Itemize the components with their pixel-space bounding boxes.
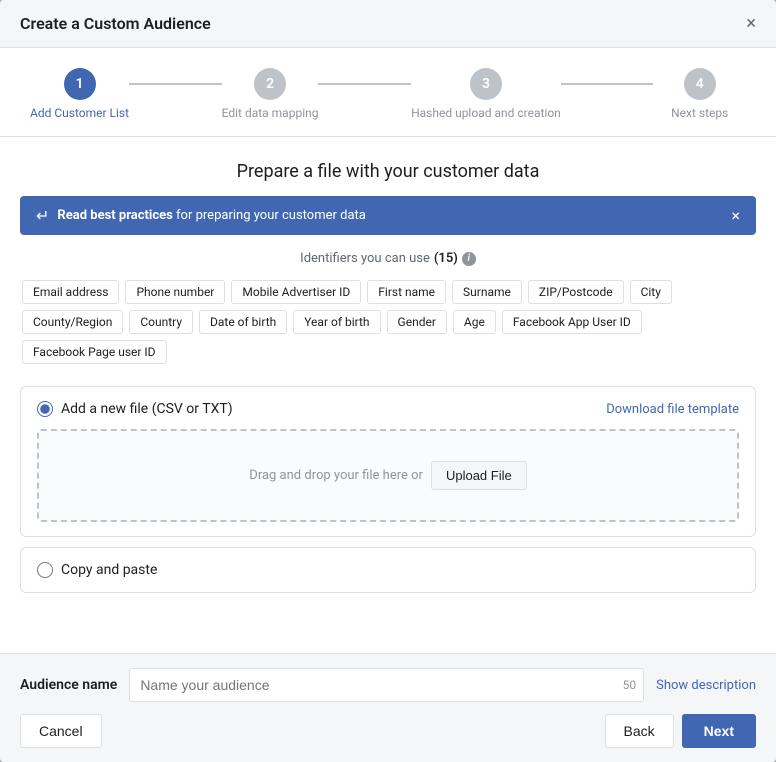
banner-left: ↵ Read best practices for preparing your… bbox=[36, 206, 366, 225]
step-1-label: Add Customer List bbox=[30, 106, 129, 120]
audience-name-input-wrapper: 50 bbox=[129, 668, 644, 702]
next-button[interactable]: Next bbox=[682, 714, 756, 748]
identifier-tag: Mobile Advertiser ID bbox=[231, 280, 361, 304]
identifier-tag: ZIP/Postcode bbox=[528, 280, 624, 304]
audience-name-label: Audience name bbox=[20, 677, 117, 693]
options-section: Add a new file (CSV or TXT) Download fil… bbox=[20, 386, 756, 593]
btn-group: Back Next bbox=[605, 714, 756, 748]
identifier-tag: Email address bbox=[22, 280, 119, 304]
download-template-link[interactable]: Download file template bbox=[606, 402, 739, 417]
banner-text: Read best practices for preparing your c… bbox=[57, 208, 365, 223]
step-1-circle: 1 bbox=[64, 68, 96, 100]
footer-buttons: Cancel Back Next bbox=[20, 714, 756, 748]
step-3-circle: 3 bbox=[470, 68, 502, 100]
step-4-circle: 4 bbox=[684, 68, 716, 100]
identifier-tag: Year of birth bbox=[293, 310, 380, 334]
modal-header: Create a Custom Audience × bbox=[0, 0, 776, 48]
step-2-circle: 2 bbox=[254, 68, 286, 100]
copy-paste-card: Copy and paste bbox=[20, 547, 756, 593]
step-4: 4 Next steps bbox=[653, 68, 746, 120]
cancel-button[interactable]: Cancel bbox=[20, 714, 102, 748]
banner-icon: ↵ bbox=[36, 206, 49, 225]
modal-body: Prepare a file with your customer data ↵… bbox=[0, 137, 776, 653]
banner-normal-text: for preparing your customer data bbox=[173, 208, 366, 223]
step-3: 3 Hashed upload and creation bbox=[411, 68, 561, 120]
modal: Create a Custom Audience × 1 Add Custome… bbox=[0, 0, 776, 762]
identifiers-label: Identifiers you can use (15) i bbox=[20, 251, 756, 266]
identifier-tag: First name bbox=[367, 280, 446, 304]
step-4-label: Next steps bbox=[671, 106, 728, 120]
step-3-label: Hashed upload and creation bbox=[411, 106, 561, 120]
show-description-link[interactable]: Show description bbox=[656, 678, 756, 693]
copy-paste-label: Copy and paste bbox=[61, 562, 157, 578]
add-file-radio[interactable] bbox=[37, 401, 53, 417]
add-file-label: Add a new file (CSV or TXT) bbox=[61, 401, 233, 417]
identifier-tag: Date of birth bbox=[199, 310, 287, 334]
back-button[interactable]: Back bbox=[605, 714, 674, 748]
identifier-tag: Country bbox=[129, 310, 193, 334]
identifier-tag: Surname bbox=[452, 280, 522, 304]
close-icon[interactable]: × bbox=[746, 15, 756, 33]
upload-file-button[interactable]: Upload File bbox=[431, 461, 527, 490]
connector-3-4 bbox=[561, 83, 654, 85]
stepper: 1 Add Customer List 2 Edit data mapping … bbox=[0, 48, 776, 137]
tags-container: Email addressPhone numberMobile Advertis… bbox=[20, 278, 756, 366]
identifiers-count: (15) bbox=[434, 251, 458, 266]
copy-paste-header: Copy and paste bbox=[37, 562, 739, 578]
add-file-header: Add a new file (CSV or TXT) Download fil… bbox=[37, 401, 739, 417]
audience-name-input[interactable] bbox=[129, 668, 644, 702]
modal-title: Create a Custom Audience bbox=[20, 14, 211, 33]
identifier-tag: Age bbox=[453, 310, 496, 334]
identifier-tag: City bbox=[630, 280, 672, 304]
dropzone-text: Drag and drop your file here or bbox=[249, 468, 423, 483]
identifier-tag: Facebook App User ID bbox=[502, 310, 642, 334]
identifier-tag: Facebook Page user ID bbox=[22, 340, 167, 364]
identifier-tag: Phone number bbox=[125, 280, 225, 304]
connector-1-2 bbox=[129, 83, 222, 85]
best-practices-banner: ↵ Read best practices for preparing your… bbox=[20, 196, 756, 235]
identifier-tag: County/Region bbox=[22, 310, 123, 334]
identifiers-text: Identifiers you can use bbox=[300, 251, 430, 266]
step-1: 1 Add Customer List bbox=[30, 68, 129, 120]
connector-2-3 bbox=[318, 83, 411, 85]
step-2: 2 Edit data mapping bbox=[222, 68, 319, 120]
add-file-card: Add a new file (CSV or TXT) Download fil… bbox=[20, 386, 756, 537]
step-2-label: Edit data mapping bbox=[222, 106, 319, 120]
section-title: Prepare a file with your customer data bbox=[20, 161, 756, 182]
modal-footer: Audience name 50 Show description Cancel… bbox=[0, 653, 776, 762]
identifier-tag: Gender bbox=[387, 310, 447, 334]
audience-name-row: Audience name 50 Show description bbox=[20, 668, 756, 702]
info-icon[interactable]: i bbox=[462, 252, 476, 266]
dropzone: Drag and drop your file here or Upload F… bbox=[37, 429, 739, 522]
banner-bold-text: Read best practices bbox=[57, 208, 172, 223]
char-count: 50 bbox=[623, 678, 637, 692]
copy-paste-radio[interactable] bbox=[37, 562, 53, 578]
banner-close-icon[interactable]: × bbox=[731, 206, 740, 225]
